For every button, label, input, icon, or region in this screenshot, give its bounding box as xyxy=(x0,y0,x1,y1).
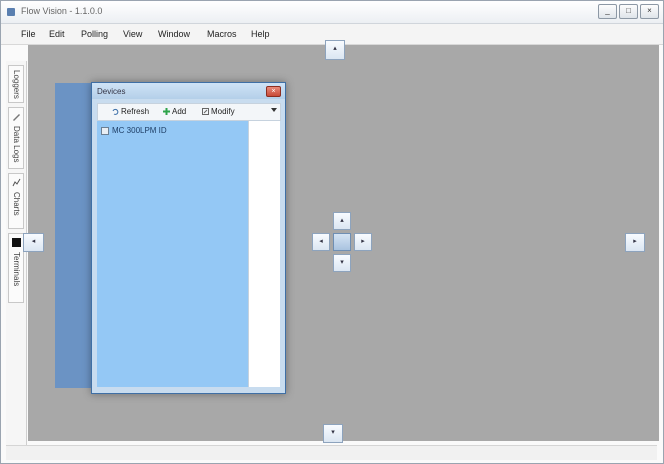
app-window: Flow Vision - 1.1.0.0 _ □ × File Edit Po… xyxy=(0,0,664,464)
refresh-icon xyxy=(112,109,119,116)
dock-guide-bottom-edge[interactable]: ▾ xyxy=(323,424,343,443)
pencil-icon xyxy=(13,114,20,121)
device-name: MC 300LPM ID xyxy=(112,126,167,135)
menu-polling[interactable]: Polling xyxy=(81,29,108,39)
device-list[interactable]: MC 300LPM ID xyxy=(97,121,248,387)
minimize-button[interactable]: _ xyxy=(598,4,617,19)
menu-file[interactable]: File xyxy=(21,29,36,39)
sidebar-tab-loggers[interactable]: Loggers xyxy=(8,65,24,103)
refresh-label: Refresh xyxy=(121,107,150,116)
devices-panel-title: Devices xyxy=(97,87,126,96)
window-controls: _ □ × xyxy=(598,4,659,19)
modify-label: Modify xyxy=(211,107,235,116)
menu-view[interactable]: View xyxy=(123,29,142,39)
devices-panel-titlebar[interactable]: Devices × xyxy=(92,83,285,99)
dock-guide-center-left[interactable]: ◂ xyxy=(312,233,330,251)
device-detail-pane xyxy=(248,121,280,387)
sidebar-tab-label: Data Logs xyxy=(12,126,21,163)
terminal-icon xyxy=(12,238,21,247)
menu-window[interactable]: Window xyxy=(158,29,190,39)
dock-guide-left-edge[interactable]: ◂ xyxy=(23,233,44,252)
devices-panel[interactable]: Devices × Refresh Add Modify MC 300LPM I… xyxy=(91,82,286,394)
close-button[interactable]: × xyxy=(640,4,659,19)
refresh-button[interactable]: Refresh xyxy=(112,107,149,116)
sidebar-tab-data-logs[interactable]: Data Logs xyxy=(8,107,24,169)
modify-button[interactable]: Modify xyxy=(202,107,235,116)
list-item[interactable]: MC 300LPM ID xyxy=(101,126,167,135)
dock-guide-center-right[interactable]: ▸ xyxy=(354,233,372,251)
menu-macros[interactable]: Macros xyxy=(207,29,237,39)
sidebar-tab-label: Terminals xyxy=(12,252,21,287)
window-title: Flow Vision - 1.1.0.0 xyxy=(21,6,103,16)
sidebar-tab-charts[interactable]: Charts xyxy=(8,173,24,229)
menu-help[interactable]: Help xyxy=(251,29,270,39)
left-sidebar: Loggers Data Logs Charts Terminals xyxy=(6,61,27,445)
dock-guide-center-up[interactable]: ▴ xyxy=(333,212,351,230)
close-icon[interactable]: × xyxy=(266,86,281,97)
dock-preview-area xyxy=(55,83,95,388)
app-icon xyxy=(7,8,15,16)
dock-guide-top-edge[interactable]: ▴ xyxy=(325,40,345,60)
devices-toolbar: Refresh Add Modify xyxy=(97,103,281,121)
dock-guide-center-down[interactable]: ▾ xyxy=(333,254,351,272)
sidebar-tab-label: Loggers xyxy=(12,70,21,99)
menu-edit[interactable]: Edit xyxy=(49,29,65,39)
add-button[interactable]: Add xyxy=(163,107,186,116)
dock-guide-center-tab[interactable] xyxy=(333,233,351,251)
sidebar-tab-terminals[interactable]: Terminals xyxy=(8,233,24,303)
plus-icon xyxy=(163,108,170,116)
title-bar[interactable]: Flow Vision - 1.1.0.0 _ □ × xyxy=(1,1,663,24)
add-label: Add xyxy=(172,107,187,116)
status-bar xyxy=(6,445,657,460)
dock-guide-right-edge[interactable]: ▸ xyxy=(625,233,645,252)
device-icon xyxy=(101,126,109,135)
chart-icon xyxy=(12,178,21,187)
toolbar-overflow-icon[interactable] xyxy=(271,108,277,112)
sidebar-tab-label: Charts xyxy=(12,192,21,216)
maximize-button[interactable]: □ xyxy=(619,4,638,19)
edit-icon xyxy=(202,108,209,116)
